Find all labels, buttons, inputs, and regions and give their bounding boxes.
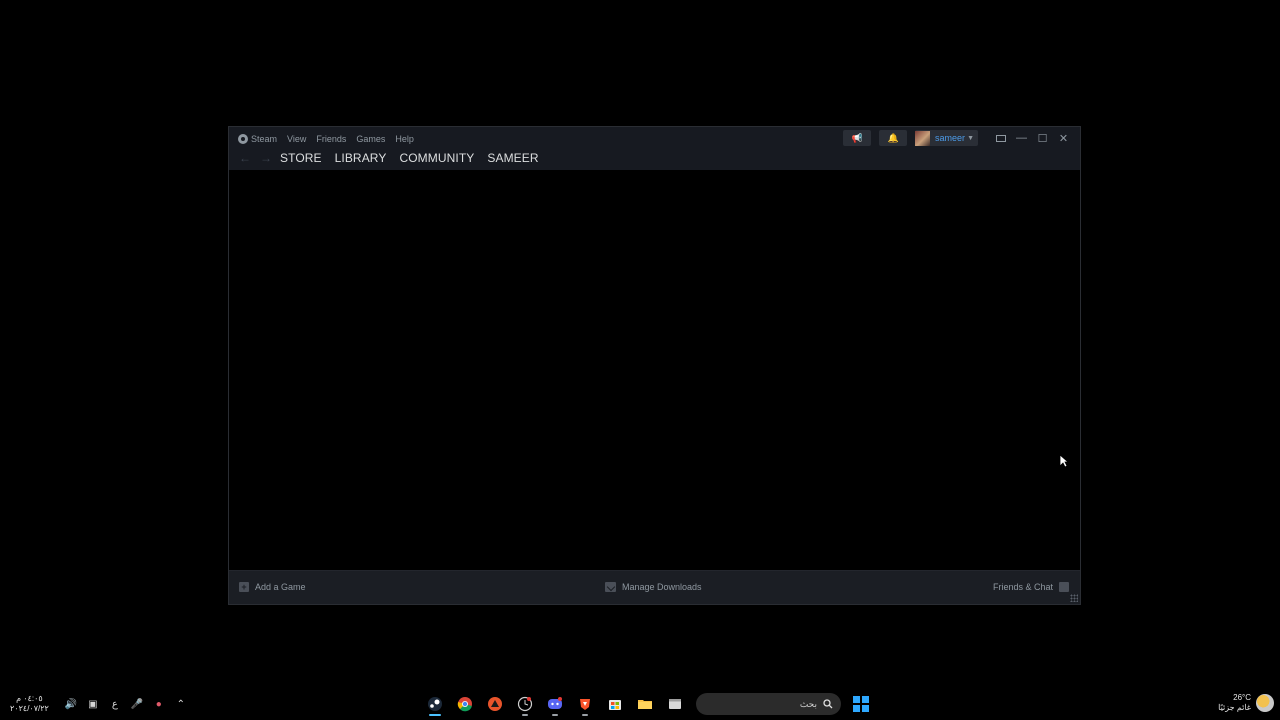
chevron-down-icon: ▼: [967, 134, 974, 142]
menu-friends[interactable]: Friends: [316, 134, 346, 144]
manage-downloads-button[interactable]: Manage Downloads: [605, 582, 702, 592]
download-icon: [605, 582, 616, 592]
back-arrow-icon[interactable]: ←: [238, 151, 252, 165]
plus-icon: +: [239, 582, 249, 592]
partly-cloudy-icon: [1256, 694, 1274, 712]
friends-chat-button[interactable]: Friends & Chat: [993, 582, 1069, 592]
menu-steam[interactable]: Steam: [238, 134, 277, 144]
maximize-button[interactable]: ☐: [1032, 130, 1053, 146]
monitor-icon: [995, 134, 1006, 142]
language-indicator[interactable]: ع: [105, 693, 125, 715]
manage-downloads-label: Manage Downloads: [622, 582, 702, 592]
desktop: Steam View Friends Games Help ← → STORE …: [0, 0, 1280, 720]
maximize-icon: ☐: [1037, 132, 1048, 145]
window-icon[interactable]: [663, 691, 687, 717]
brave-icon[interactable]: [573, 691, 597, 717]
footer-bar: + Add a Game Manage Downloads Friends & …: [229, 570, 1080, 604]
menu-games[interactable]: Games: [356, 134, 385, 144]
add-game-label: Add a Game: [255, 582, 306, 592]
bell-icon: 🔔: [887, 132, 899, 143]
search-icon: [823, 699, 833, 709]
microphone-icon[interactable]: 🎤: [127, 693, 147, 715]
tab-library[interactable]: LIBRARY: [335, 151, 387, 165]
resize-grip[interactable]: [1070, 594, 1078, 602]
close-button[interactable]: ✕: [1053, 130, 1074, 146]
file-explorer-icon[interactable]: [633, 691, 657, 717]
chat-icon: [1059, 582, 1069, 592]
forward-arrow-icon[interactable]: →: [259, 151, 273, 165]
steam-logo-icon: [238, 134, 248, 144]
discord-icon[interactable]: [543, 691, 567, 717]
announcements-button[interactable]: 📢: [843, 130, 872, 146]
account-menu[interactable]: sameer ▼: [915, 130, 978, 146]
menu-view[interactable]: View: [287, 134, 306, 144]
add-game-button[interactable]: + Add a Game: [239, 582, 306, 592]
mouse-cursor-icon: [1059, 454, 1069, 468]
chevron-up-icon[interactable]: ⌃: [171, 693, 191, 715]
minimize-icon: —: [1016, 132, 1027, 144]
clock-time: ٠٤:٠٥ م: [16, 694, 43, 703]
menu-games-label: Games: [356, 134, 386, 144]
tab-community[interactable]: COMMUNITY: [399, 151, 474, 165]
menu-help-label: Help: [395, 134, 414, 144]
weather-widget[interactable]: 26°C غائم جزئيًا: [1218, 693, 1274, 713]
weather-desc: غائم جزئيًا: [1218, 703, 1251, 712]
nav-row: ← → STORE LIBRARY COMMUNITY SAMEER: [238, 150, 552, 166]
close-icon: ✕: [1058, 132, 1069, 145]
start-button[interactable]: [853, 696, 869, 712]
title-bar: Steam View Friends Games Help ← → STORE …: [229, 127, 1080, 170]
menu-friends-label: Friends: [316, 134, 347, 144]
steam-icon[interactable]: [423, 691, 447, 717]
tray-app-icon[interactable]: ●: [149, 693, 169, 715]
content-area: [229, 170, 1080, 571]
taskbar-search[interactable]: بحث: [696, 693, 841, 715]
menu-view-label: View: [287, 134, 307, 144]
search-placeholder: بحث: [799, 698, 817, 709]
taskbar-apps: بحث: [420, 691, 869, 717]
menu-bar: Steam View Friends Games Help: [238, 132, 414, 146]
clock[interactable]: ٠٤:٠٥ م ٢٠٢٤/٠٧/٢٢: [10, 694, 49, 714]
megaphone-icon: 📢: [851, 132, 863, 143]
account-name: sameer: [935, 133, 966, 143]
chrome-icon[interactable]: [453, 691, 477, 717]
store-icon[interactable]: [603, 691, 627, 717]
clock-app-icon[interactable]: [513, 691, 537, 717]
tab-profile[interactable]: SAMEER: [487, 151, 538, 165]
volume-icon[interactable]: 🔊: [61, 693, 81, 715]
friends-chat-label: Friends & Chat: [992, 582, 1053, 592]
network-icon[interactable]: ▣: [83, 693, 103, 715]
system-tray: ٠٤:٠٥ م ٢٠٢٤/٠٧/٢٢ 🔊 ▣ ع 🎤 ● ⌃: [10, 693, 193, 715]
notifications-button[interactable]: 🔔: [879, 130, 908, 146]
clock-date: ٢٠٢٤/٠٧/٢٢: [10, 704, 49, 713]
steam-window: Steam View Friends Games Help ← → STORE …: [228, 126, 1081, 605]
weather-temp: 26°C: [1233, 693, 1251, 702]
taskbar: ٠٤:٠٥ م ٢٠٢٤/٠٧/٢٢ 🔊 ▣ ع 🎤 ● ⌃ بحث 26°C …: [0, 688, 1280, 720]
menu-steam-label: Steam: [251, 134, 278, 144]
minimize-button[interactable]: —: [1011, 130, 1032, 146]
game-launcher-icon[interactable]: [483, 691, 507, 717]
big-picture-button[interactable]: [990, 130, 1011, 146]
avatar: [915, 130, 931, 146]
tab-store[interactable]: STORE: [280, 151, 322, 165]
title-bar-controls: 📢 🔔 sameer ▼ — ☐ ✕: [843, 130, 1074, 146]
menu-help[interactable]: Help: [395, 134, 414, 144]
